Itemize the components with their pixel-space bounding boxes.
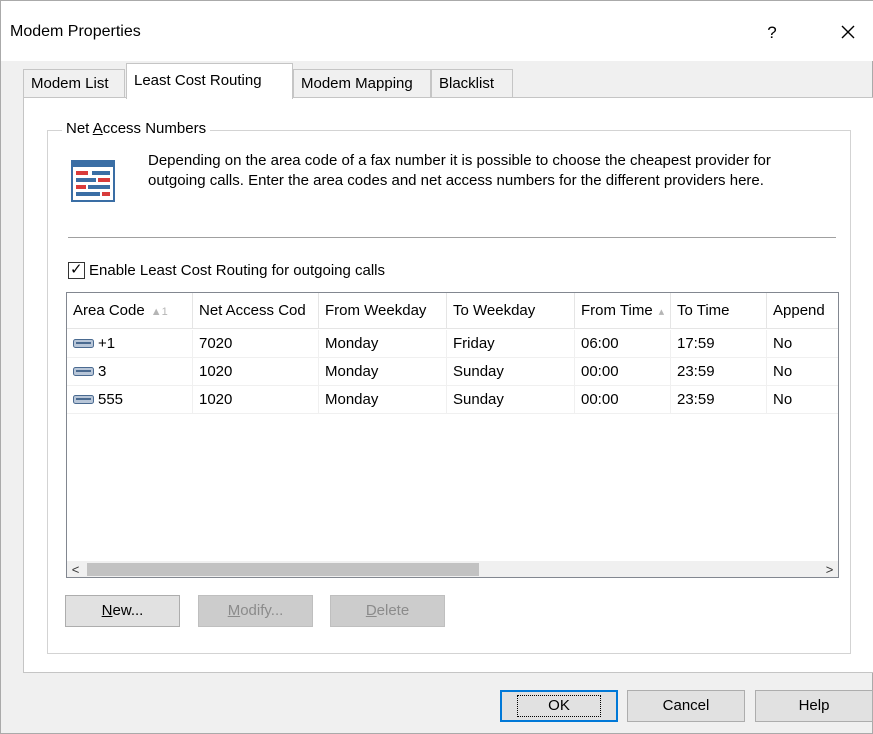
sort-indicator-icon: ▴ [658,306,665,318]
window-title: Modem Properties [10,23,141,40]
column-header-from-time[interactable]: From Time ▴ [575,293,671,329]
modem-icon [73,338,94,348]
table-row[interactable]: 555 1020 Monday Sunday 00:00 23:59 No [67,386,838,414]
cell-to-time: 17:59 [671,330,767,358]
enable-lcr-checkbox[interactable]: ✓ [68,260,85,279]
routing-table-icon [71,160,115,202]
enable-lcr-checkbox-row[interactable]: ✓ Enable Least Cost Routing for outgoing… [68,259,385,281]
help-button[interactable]: Help [755,690,873,722]
cell-area-code: 555 [67,386,193,414]
cell-from-weekday: Monday [319,358,447,386]
new-button[interactable]: New... [65,595,180,627]
scroll-right-button[interactable]: > [821,561,838,577]
delete-button[interactable]: Delete [330,595,445,627]
close-icon [841,25,855,39]
checkmark-icon: ✓ [70,260,83,278]
net-access-numbers-group: Net Access Numbers Depending on the area… [47,120,851,654]
cancel-button[interactable]: Cancel [627,690,745,722]
cell-net-access: 1020 [193,386,319,414]
close-button[interactable] [833,17,863,47]
enable-lcr-label[interactable]: Enable Least Cost Routing for outgoing c… [89,262,385,279]
tab-modem-list[interactable]: Modem List [23,69,125,99]
modem-properties-dialog: Modem Properties ? Modem List Least Cost… [0,0,873,734]
ok-button[interactable]: OK [500,690,618,722]
routing-table[interactable]: Area Code ▲1 Net Access Cod From Weekday … [66,292,839,578]
separator-line [68,237,836,238]
cell-from-weekday: Monday [319,330,447,358]
cell-area-code: 3 [67,358,193,386]
modem-icon [73,394,94,404]
column-header-to-time[interactable]: To Time [671,293,767,329]
group-label: Net Access Numbers [62,120,211,137]
cell-append: No [773,391,793,408]
column-header-area-code[interactable]: Area Code ▲1 [67,293,193,329]
cell-to-time: 23:59 [671,358,767,386]
cell-from-time: 00:00 [575,386,671,414]
table-header: Area Code ▲1 Net Access Cod From Weekday … [67,293,838,329]
least-cost-routing-page: Net Access Numbers Depending on the area… [23,97,873,673]
title-bar: Modem Properties ? [1,1,873,61]
cell-to-weekday: Sunday [447,386,575,414]
cell-from-weekday: Monday [319,386,447,414]
cell-to-weekday: Friday [447,330,575,358]
table-row[interactable]: +1 7020 Monday Friday 06:00 17:59 No [67,330,838,358]
cell-append: No [773,335,793,352]
table-row[interactable]: 3 1020 Monday Sunday 00:00 23:59 No [67,358,838,386]
help-question-button[interactable]: ? [757,18,787,48]
tab-blacklist[interactable]: Blacklist [431,69,513,99]
sort-ascending-icon: ▲1 [150,306,168,318]
modify-button[interactable]: Modify... [198,595,313,627]
modem-icon [73,366,94,376]
info-text: Depending on the area code of a fax numb… [148,152,771,189]
cell-from-time: 00:00 [575,358,671,386]
cell-net-access: 1020 [193,358,319,386]
tab-least-cost-routing[interactable]: Least Cost Routing [126,63,293,99]
scroll-thumb[interactable] [87,563,479,576]
cell-to-weekday: Sunday [447,358,575,386]
column-header-net-access-code[interactable]: Net Access Cod [193,293,319,329]
cell-append: No [773,363,793,380]
tab-modem-mapping[interactable]: Modem Mapping [293,69,431,99]
column-header-to-weekday[interactable]: To Weekday [447,293,575,329]
cell-from-time: 06:00 [575,330,671,358]
column-header-append[interactable]: Append [767,293,838,329]
column-header-from-weekday[interactable]: From Weekday [319,293,447,329]
cell-net-access: 7020 [193,330,319,358]
scroll-left-button[interactable]: < [67,561,84,577]
cell-area-code: +1 [67,330,193,358]
horizontal-scrollbar[interactable]: < > [67,561,838,577]
cell-to-time: 23:59 [671,386,767,414]
